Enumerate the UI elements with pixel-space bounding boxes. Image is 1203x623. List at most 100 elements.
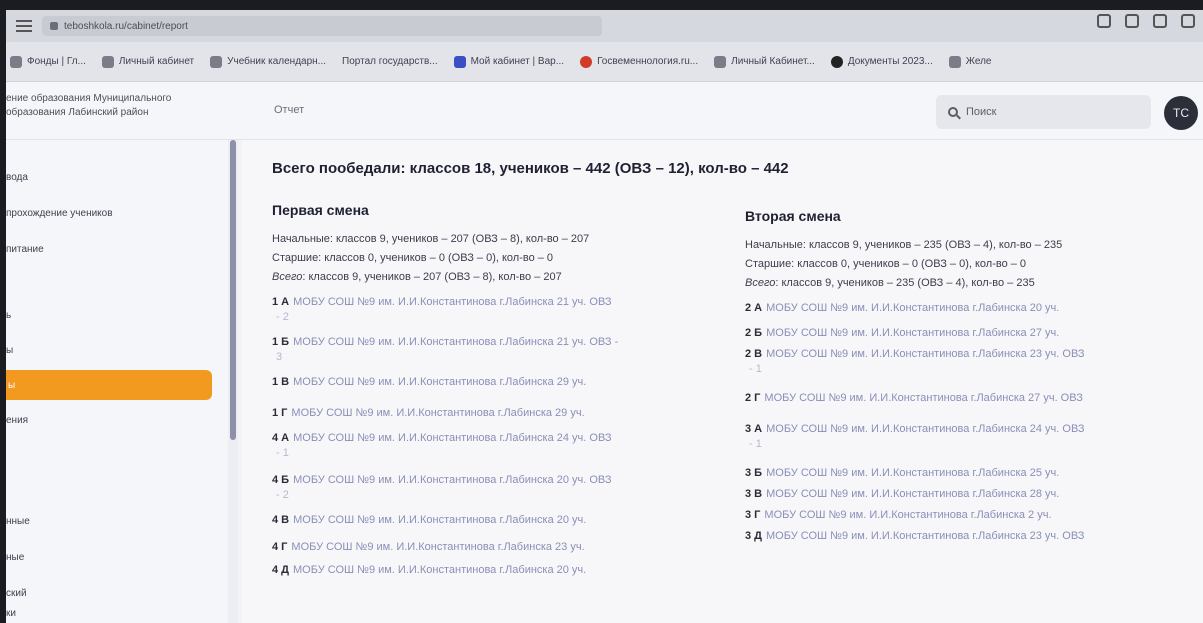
sidebar-item[interactable]: вода (6, 172, 28, 183)
class-school-link[interactable]: МОБУ СОШ №9 им. И.И.Константинова г.Лаби… (293, 432, 611, 444)
class-school-link[interactable]: МОБУ СОШ №9 им. И.И.Константинова г.Лаби… (293, 296, 611, 308)
class-row[interactable]: 3 А МОБУ СОШ №9 им. И.И.Константинова г.Л… (745, 422, 1203, 452)
second-shift-senior: Старшие: классов 0, учеников – 0 (ОВЗ – … (745, 258, 1027, 270)
class-row[interactable]: 2 Б МОБУ СОШ №9 им. И.И.Константинова г.Л… (745, 326, 1203, 341)
bookmark-item[interactable]: Мой кабинет | Вар... (453, 55, 565, 68)
breadcrumb[interactable]: Отчет (274, 104, 304, 116)
bookmark-item[interactable]: Личный Кабинет... (714, 55, 815, 68)
class-school-link[interactable]: МОБУ СОШ №9 им. И.И.Константинова г.Лаби… (766, 327, 1059, 339)
class-row[interactable]: 3 В МОБУ СОШ №9 им. И.И.Константинова г.Л… (745, 487, 1203, 502)
class-row[interactable]: 4 Д МОБУ СОШ №9 им. И.И.Константинова г.Л… (272, 563, 732, 578)
sidebar-item[interactable]: ь (6, 310, 11, 321)
class-row[interactable]: 2 В МОБУ СОШ №9 им. И.И.Константинова г.Л… (745, 347, 1203, 377)
first-shift-column: Первая смена Начальные: классов 9, учени… (272, 202, 732, 586)
class-row[interactable]: 4 Б МОБУ СОШ №9 им. И.И.Константинова г.Л… (272, 473, 732, 503)
class-code: 4 В (272, 514, 290, 526)
profile-icon[interactable] (1181, 14, 1195, 28)
class-code: 4 Д (272, 564, 290, 576)
class-ovz-note: - 2 (276, 489, 289, 501)
class-code: 4 А (272, 432, 290, 444)
bookmark-favicon-icon (830, 55, 843, 68)
scrollbar-thumb[interactable] (230, 140, 236, 440)
class-school-link[interactable]: МОБУ СОШ №9 им. И.И.Константинова г.Лаби… (766, 488, 1059, 500)
first-shift-class-list: 1 А МОБУ СОШ №9 им. И.И.Константинова г.Л… (272, 295, 732, 578)
sidebar-item-active[interactable]: ы (6, 370, 212, 400)
menu-icon[interactable] (16, 20, 32, 32)
class-school-link[interactable]: МОБУ СОШ №9 им. И.И.Константинова г.Лаби… (766, 423, 1084, 435)
class-school-link[interactable]: МОБУ СОШ №9 им. И.И.Константинова г.Лаби… (291, 407, 584, 419)
class-school-link[interactable]: МОБУ СОШ №9 им. И.И.Константинова г.Лаби… (293, 336, 618, 348)
total-value: : классов 9, учеников – 235 (ОВЗ – 4), к… (775, 277, 1035, 289)
class-ovz-note: - 1 (276, 447, 289, 459)
bookmark-favicon-icon (714, 55, 727, 68)
class-code: 2 Г (745, 392, 761, 404)
class-row[interactable]: 4 А МОБУ СОШ №9 им. И.И.Константинова г.Л… (272, 431, 732, 461)
bookmark-item[interactable]: Личный кабинет (101, 55, 194, 68)
class-row[interactable]: 2 Г МОБУ СОШ №9 им. И.И.Константинова г.Л… (745, 391, 1203, 406)
first-shift-primary: Начальные: классов 9, учеников – 207 (ОВ… (272, 233, 590, 245)
sidebar-item[interactable]: ки (6, 608, 16, 619)
bookmark-icon[interactable] (1125, 14, 1139, 28)
avatar[interactable]: ТС (1164, 96, 1198, 130)
class-school-link[interactable]: МОБУ СОШ №9 им. И.И.Константинова г.Лаби… (764, 509, 1051, 521)
class-row[interactable]: 1 Г МОБУ СОШ №9 им. И.И.Константинова г.Л… (272, 406, 732, 421)
sidebar-item[interactable]: ский (6, 588, 27, 599)
class-school-link[interactable]: МОБУ СОШ №9 им. И.И.Константинова г.Лаби… (293, 514, 586, 526)
class-school-link[interactable]: МОБУ СОШ №9 им. И.И.Константинова г.Лаби… (293, 564, 586, 576)
class-school-link[interactable]: МОБУ СОШ №9 им. И.И.Константинова г.Лаби… (766, 530, 1084, 542)
class-school-link[interactable]: МОБУ СОШ №9 им. И.И.Константинова г.Лаби… (766, 467, 1059, 479)
class-row[interactable]: 3 Б МОБУ СОШ №9 им. И.И.Константинова г.Л… (745, 466, 1203, 481)
class-school-link[interactable]: МОБУ СОШ №9 им. И.И.Константинова г.Лаби… (766, 348, 1084, 360)
tab-icon[interactable] (1153, 14, 1167, 28)
sidebar-item[interactable]: ения (6, 415, 28, 426)
class-ovz-note: 3 (276, 351, 283, 363)
summary-title: Всего пообедали: классов 18, учеников – … (272, 160, 789, 177)
extensions-icon[interactable] (1097, 14, 1111, 28)
class-row[interactable]: 1 В МОБУ СОШ №9 им. И.И.Константинова г.Л… (272, 375, 732, 390)
class-row[interactable]: 2 А МОБУ СОШ №9 им. И.И.Константинова г.Л… (745, 301, 1203, 316)
sidebar-item[interactable]: питание (6, 244, 44, 255)
browser-address-bar: teboshkola.ru/cabinet/report (6, 10, 1203, 42)
class-row[interactable]: 1 Б МОБУ СОШ №9 им. И.И.Константинова г.Л… (272, 335, 732, 365)
second-shift-column: Вторая смена Начальные: классов 9, учени… (745, 208, 1203, 550)
total-label: Всего (745, 277, 776, 289)
class-code: 3 Д (745, 530, 763, 542)
class-row[interactable]: 4 Г МОБУ СОШ №9 им. И.И.Константинова г.Л… (272, 540, 732, 555)
class-school-link[interactable]: МОБУ СОШ №9 им. И.И.Константинова г.Лаби… (766, 302, 1059, 314)
class-school-link[interactable]: МОБУ СОШ №9 им. И.И.Константинова г.Лаби… (293, 474, 611, 486)
class-school-link[interactable]: МОБУ СОШ №9 им. И.И.Константинова г.Лаби… (293, 376, 586, 388)
class-school-link[interactable]: МОБУ СОШ №9 им. И.И.Константинова г.Лаби… (291, 541, 584, 553)
class-school-link[interactable]: МОБУ СОШ №9 им. И.И.Константинова г.Лаби… (764, 392, 1082, 404)
window-controls (1097, 14, 1195, 28)
class-code: 3 Г (745, 509, 761, 521)
class-row[interactable]: 4 В МОБУ СОШ №9 им. И.И.Константинова г.Л… (272, 513, 732, 528)
class-ovz-note: - 1 (749, 438, 762, 450)
sidebar-item[interactable]: ы (6, 345, 13, 356)
search-input[interactable]: Поиск (936, 95, 1151, 129)
class-row[interactable]: 3 Д МОБУ СОШ №9 им. И.И.Константинова г.Л… (745, 529, 1203, 544)
sidebar-item[interactable]: прохождение учеников (6, 208, 113, 219)
sidebar-item[interactable]: ные (6, 552, 24, 563)
class-row[interactable]: 1 А МОБУ СОШ №9 им. И.И.Константинова г.Л… (272, 295, 732, 325)
bookmark-item[interactable]: Портал государств... (342, 56, 438, 67)
bookmark-favicon-icon (453, 55, 466, 68)
bookmark-item[interactable]: Документы 2023... (830, 55, 933, 68)
bookmark-label: Портал государств... (342, 56, 438, 67)
class-ovz-note: - 2 (276, 311, 289, 323)
second-shift-class-list: 2 А МОБУ СОШ №9 им. И.И.Константинова г.Л… (745, 301, 1203, 544)
bookmark-item[interactable]: Учебник календарн... (210, 55, 326, 68)
sidebar-item[interactable]: нные (6, 516, 30, 527)
search-placeholder: Поиск (966, 106, 997, 118)
bookmark-item[interactable]: Фонды | Гл... (10, 55, 86, 68)
bookmark-label: Мой кабинет | Вар... (470, 56, 565, 67)
class-code: 3 В (745, 488, 763, 500)
second-shift-title: Вторая смена (745, 208, 841, 224)
class-code: 2 А (745, 302, 763, 314)
url-input[interactable]: teboshkola.ru/cabinet/report (42, 16, 602, 36)
class-row[interactable]: 3 Г МОБУ СОШ №9 им. И.И.Константинова г.Л… (745, 508, 1203, 523)
org-name: ение образования Муниципального образова… (6, 93, 172, 118)
bookmark-item[interactable]: Желе (948, 55, 992, 68)
bookmark-label: Личный Кабинет... (731, 56, 815, 67)
bookmark-label: Фонды | Гл... (27, 56, 86, 67)
bookmark-item[interactable]: Госвеменнология.ru... (580, 55, 698, 68)
